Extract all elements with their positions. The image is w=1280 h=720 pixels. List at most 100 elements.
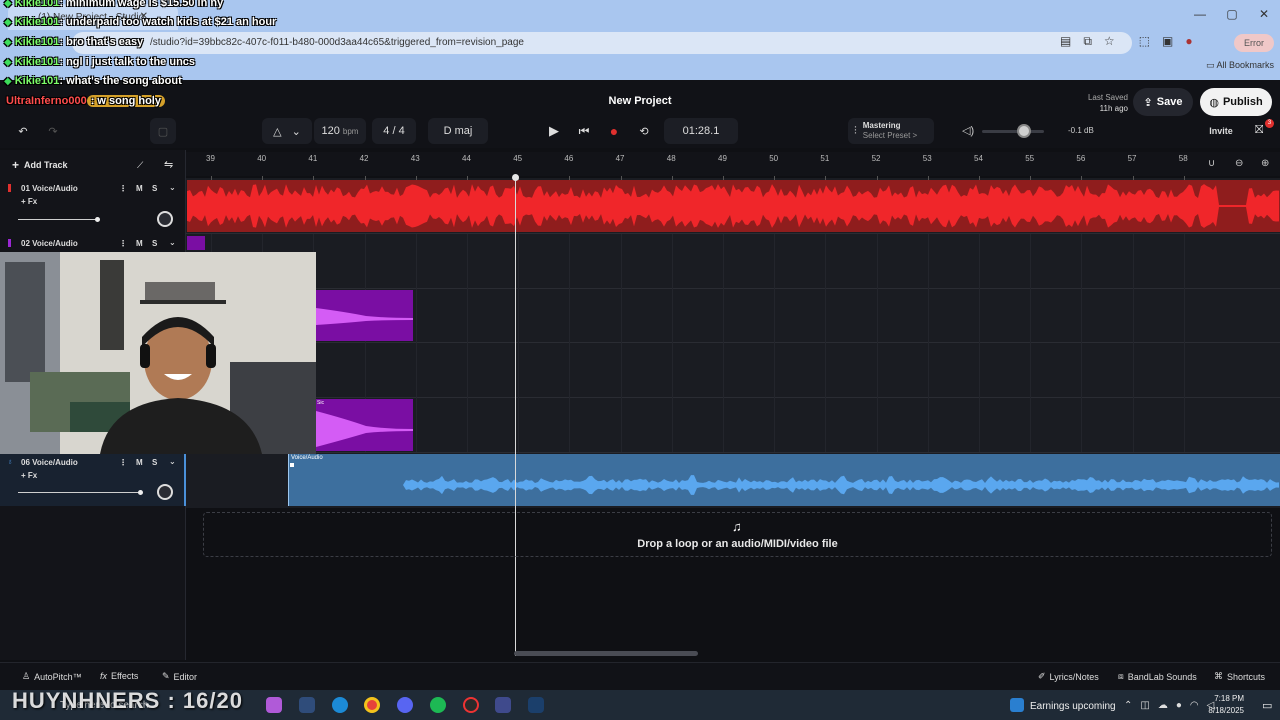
notification-icon[interactable]: ▭ [1262, 699, 1272, 712]
star-icon[interactable]: ☆ [1104, 34, 1115, 49]
chevron-down-icon[interactable]: ⌄ [169, 183, 176, 192]
midi-clip[interactable] [187, 236, 205, 250]
extensions-icon[interactable]: ⬚ [1139, 34, 1150, 49]
fx-button[interactable]: + Fx [21, 197, 37, 206]
audio-clip[interactable]: Voice/Audio [288, 454, 1280, 506]
automation-icon[interactable]: ⟋ [137, 160, 143, 171]
track-name[interactable]: 06 Voice/Audio [21, 458, 78, 467]
solo-button[interactable]: S [152, 239, 157, 248]
track-volume-slider[interactable] [18, 492, 140, 493]
metronome-button[interactable]: △ ⌄ [262, 118, 312, 144]
discord-icon[interactable] [397, 697, 413, 713]
track-menu-icon[interactable]: ⋮ [119, 458, 127, 467]
tray-app-icon[interactable]: ◫ [1140, 700, 1149, 711]
news-widget-text[interactable]: Earnings upcoming [1030, 701, 1116, 712]
chrome-icon[interactable] [364, 697, 380, 713]
all-bookmarks-link[interactable]: ▭ All Bookmarks [1206, 60, 1274, 71]
audio-clip[interactable] [316, 290, 413, 341]
track-volume-handle[interactable] [95, 217, 100, 222]
time-signature-field[interactable]: 4 / 4 [372, 118, 416, 144]
file-explorer-icon[interactable] [299, 697, 315, 713]
track-menu-icon[interactable]: ⋮ [119, 239, 127, 248]
fx-button[interactable]: + Fx [21, 471, 37, 480]
play-button[interactable]: ▶ [542, 118, 566, 144]
pan-knob[interactable] [157, 211, 173, 227]
volume-handle[interactable] [1017, 124, 1031, 138]
profile-avatar-icon[interactable]: ● [1185, 34, 1192, 49]
edge-icon[interactable] [332, 697, 348, 713]
chevron-up-icon[interactable]: ⌃ [1124, 700, 1132, 711]
track-name[interactable]: 02 Voice/Audio [21, 239, 78, 248]
solo-button[interactable]: S [152, 184, 157, 193]
shortcuts-button[interactable]: ⌘ Shortcuts [1214, 671, 1265, 682]
maximize-icon[interactable]: ▢ [1216, 0, 1248, 28]
drop-zone[interactable]: ♫ Drop a loop or an audio/MIDI/video fil… [203, 512, 1272, 557]
system-clock[interactable]: 7:18 PM 8/18/2025 [1200, 693, 1244, 717]
error-badge[interactable]: Error [1234, 34, 1274, 52]
skip-back-button[interactable]: ⏮ [572, 118, 596, 144]
speaker-icon[interactable]: ◁) [962, 124, 974, 137]
zoom-in-icon[interactable]: ⊕ [1261, 158, 1269, 169]
track-name[interactable]: 01 Voice/Audio [21, 184, 78, 193]
undo-button[interactable]: ↶ [8, 118, 38, 144]
chevron-down-icon[interactable]: ⌄ [169, 238, 176, 247]
wifi-icon[interactable]: ◠ [1190, 700, 1199, 711]
zoom-out-icon[interactable]: ⊖ [1235, 158, 1243, 169]
mute-button[interactable]: M [136, 239, 143, 248]
sidebar-icon[interactable]: ▣ [1162, 34, 1173, 49]
playhead[interactable] [515, 176, 516, 656]
solo-button[interactable]: S [152, 458, 157, 467]
pan-knob[interactable] [157, 484, 173, 500]
master-volume-slider[interactable] [982, 130, 1044, 133]
bpm-field[interactable]: 120 bpm [314, 118, 366, 144]
chat-username: Kikie101 [14, 36, 60, 48]
publish-button[interactable]: ◍ Publish [1200, 88, 1272, 116]
editor-button[interactable]: ✎ Editor [162, 671, 197, 682]
timeline-ruler[interactable] [186, 152, 1280, 176]
lyrics-notes-button[interactable]: ✐ Lyrics/Notes [1038, 671, 1099, 682]
add-track-button[interactable]: + Add Track [12, 158, 68, 172]
horizontal-scrollbar[interactable] [514, 651, 698, 656]
sounds-icon: ⧈ [1118, 671, 1124, 681]
redo-button[interactable]: ↷ [38, 118, 68, 144]
playhead-handle[interactable] [512, 174, 519, 181]
grid-line [671, 234, 673, 452]
spotify-icon[interactable] [430, 697, 446, 713]
track-volume-slider[interactable] [18, 219, 98, 220]
audio-clip[interactable] [187, 180, 1280, 232]
device-button[interactable]: ▢ [150, 118, 176, 144]
mute-button[interactable]: M [136, 184, 143, 193]
loop-icon: ⟲ [639, 125, 649, 138]
record-button[interactable]: ● [602, 118, 626, 144]
track-volume-handle[interactable] [138, 490, 143, 495]
webcam-overlay [0, 252, 316, 454]
network-icon[interactable]: ☁ [1158, 700, 1168, 711]
loop-button[interactable]: ⟲ [632, 118, 656, 144]
copilot-icon[interactable] [266, 697, 282, 713]
obs-icon[interactable] [463, 697, 479, 713]
mastering-button[interactable]: ⫶ Mastering Select Preset > [848, 118, 934, 144]
save-button[interactable]: ⇪ Save [1133, 88, 1193, 116]
audio-clip[interactable]: Sic [316, 399, 413, 451]
snap-icon[interactable]: ∪ [1208, 158, 1215, 169]
app-icon[interactable] [495, 697, 511, 713]
reader-icon[interactable]: ▤ [1060, 34, 1071, 49]
gem-icon: ◆ [4, 57, 12, 68]
key-field[interactable]: D maj [428, 118, 488, 144]
mic-icon[interactable]: ● [1176, 700, 1182, 711]
chevron-down-icon[interactable]: ⌄ [169, 457, 176, 466]
gift-badge: 3 [1265, 119, 1274, 128]
bandlab-sounds-button[interactable]: ⧈ BandLab Sounds [1118, 671, 1197, 682]
steam-icon[interactable] [528, 697, 544, 713]
autopitch-button[interactable]: ♙ AutoPitch™ [22, 671, 82, 682]
effects-button[interactable]: fx Effects [100, 671, 138, 681]
track-settings-icon[interactable]: ⇋ [164, 158, 173, 171]
gift-icon[interactable]: ⛝ [1255, 124, 1263, 137]
close-window-icon[interactable]: ✕ [1248, 0, 1280, 28]
address-bar[interactable]: /studio?id=39bbc82c-407c-f011-b480-000d3… [72, 32, 1132, 54]
cast-icon[interactable]: ⧉ [1083, 34, 1092, 49]
mute-button[interactable]: M [136, 458, 143, 467]
invite-button[interactable]: Invite [1200, 118, 1242, 144]
minimize-icon[interactable]: — [1184, 0, 1216, 28]
track-menu-icon[interactable]: ⋮ [119, 184, 127, 193]
